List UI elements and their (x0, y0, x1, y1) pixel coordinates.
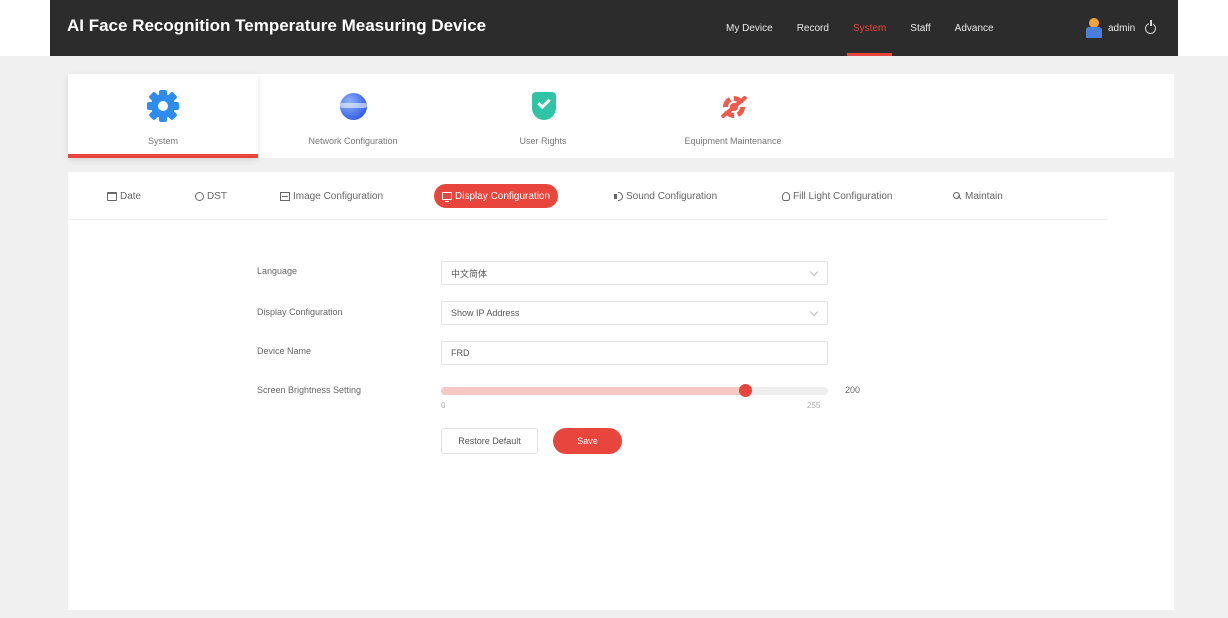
settings-panel: Date DST Image Configuration Display Con… (68, 172, 1174, 610)
category-network-configuration[interactable]: Network Configuration (258, 74, 448, 158)
category-user-rights[interactable]: User Rights (448, 74, 638, 158)
calendar-icon (107, 191, 117, 201)
tab-date[interactable]: Date (99, 184, 149, 208)
device-name-label: Device Name (257, 346, 312, 356)
tab-label: Sound Configuration (626, 190, 718, 202)
display-configuration-select[interactable]: Show IP Address (441, 301, 828, 325)
image-icon (280, 191, 290, 201)
category-label: Network Configuration (308, 136, 398, 146)
nav-advance[interactable]: Advance (943, 0, 1006, 56)
tab-image-configuration[interactable]: Image Configuration (272, 184, 391, 208)
app-title: AI Face Recognition Temperature Measurin… (67, 16, 487, 35)
gear-icon (147, 90, 179, 122)
slider-value: 200 (845, 385, 861, 395)
user-name: admin (1108, 22, 1136, 34)
brightness-slider[interactable] (441, 384, 828, 397)
language-label: Language (257, 266, 298, 276)
category-bar: System Network Configuration User Rights… (68, 74, 1174, 158)
wrench-gear-icon (717, 90, 749, 122)
tab-dst[interactable]: DST (187, 184, 235, 208)
power-icon[interactable] (1145, 19, 1157, 34)
slider-max-label: 255 (807, 401, 821, 410)
sun-icon (195, 191, 204, 201)
sub-tabs: Date DST Image Configuration Display Con… (68, 172, 1108, 220)
avatar (1086, 18, 1102, 38)
monitor-icon (442, 192, 452, 202)
slider-min-label: 0 (441, 401, 446, 410)
save-button[interactable]: Save (553, 428, 622, 454)
display-configuration-label: Display Configuration (257, 307, 343, 317)
slider-fill (441, 387, 745, 395)
tab-label: Maintain (965, 190, 1003, 202)
nav-record[interactable]: Record (785, 0, 841, 56)
nav-my-device[interactable]: My Device (714, 0, 785, 56)
tab-sound-configuration[interactable]: Sound Configuration (606, 184, 725, 208)
category-system[interactable]: System (68, 74, 258, 158)
shield-icon (527, 90, 559, 122)
tab-fill-light-configuration[interactable]: Fill Light Configuration (774, 184, 901, 208)
category-label: Equipment Maintenance (684, 136, 782, 146)
user-menu[interactable]: admin (1086, 18, 1157, 38)
tab-label: Image Configuration (293, 190, 384, 202)
tab-display-configuration[interactable]: Display Configuration (434, 184, 559, 208)
category-label: System (147, 136, 178, 146)
restore-default-button[interactable]: Restore Default (441, 428, 538, 454)
tab-label: Display Configuration (455, 190, 551, 202)
bulb-icon (782, 191, 790, 201)
tab-maintain[interactable]: Maintain (945, 184, 1011, 208)
tab-label: DST (207, 190, 227, 202)
display-configuration-value: Show IP Address (451, 308, 520, 318)
top-bar: AI Face Recognition Temperature Measurin… (50, 0, 1178, 56)
main-nav: My Device Record System Staff Advance (714, 0, 1006, 56)
speaker-icon (614, 191, 623, 201)
slider-thumb[interactable] (738, 384, 752, 397)
category-label: User Rights (519, 136, 567, 146)
top-bar-container: AI Face Recognition Temperature Measurin… (0, 0, 1228, 56)
nav-system[interactable]: System (841, 0, 898, 56)
tab-label: Date (120, 190, 142, 202)
device-name-input[interactable] (441, 341, 828, 365)
tab-label: Fill Light Configuration (793, 190, 893, 202)
globe-icon (337, 90, 369, 122)
language-select[interactable]: 中文简体 (441, 261, 828, 285)
language-value: 中文简体 (451, 268, 488, 279)
nav-staff[interactable]: Staff (898, 0, 942, 56)
brightness-label: Screen Brightness Setting (257, 385, 362, 395)
wrench-icon (953, 191, 962, 201)
category-equipment-maintenance[interactable]: Equipment Maintenance (638, 74, 828, 158)
chevron-down-icon (809, 267, 819, 277)
chevron-down-icon (809, 307, 819, 317)
